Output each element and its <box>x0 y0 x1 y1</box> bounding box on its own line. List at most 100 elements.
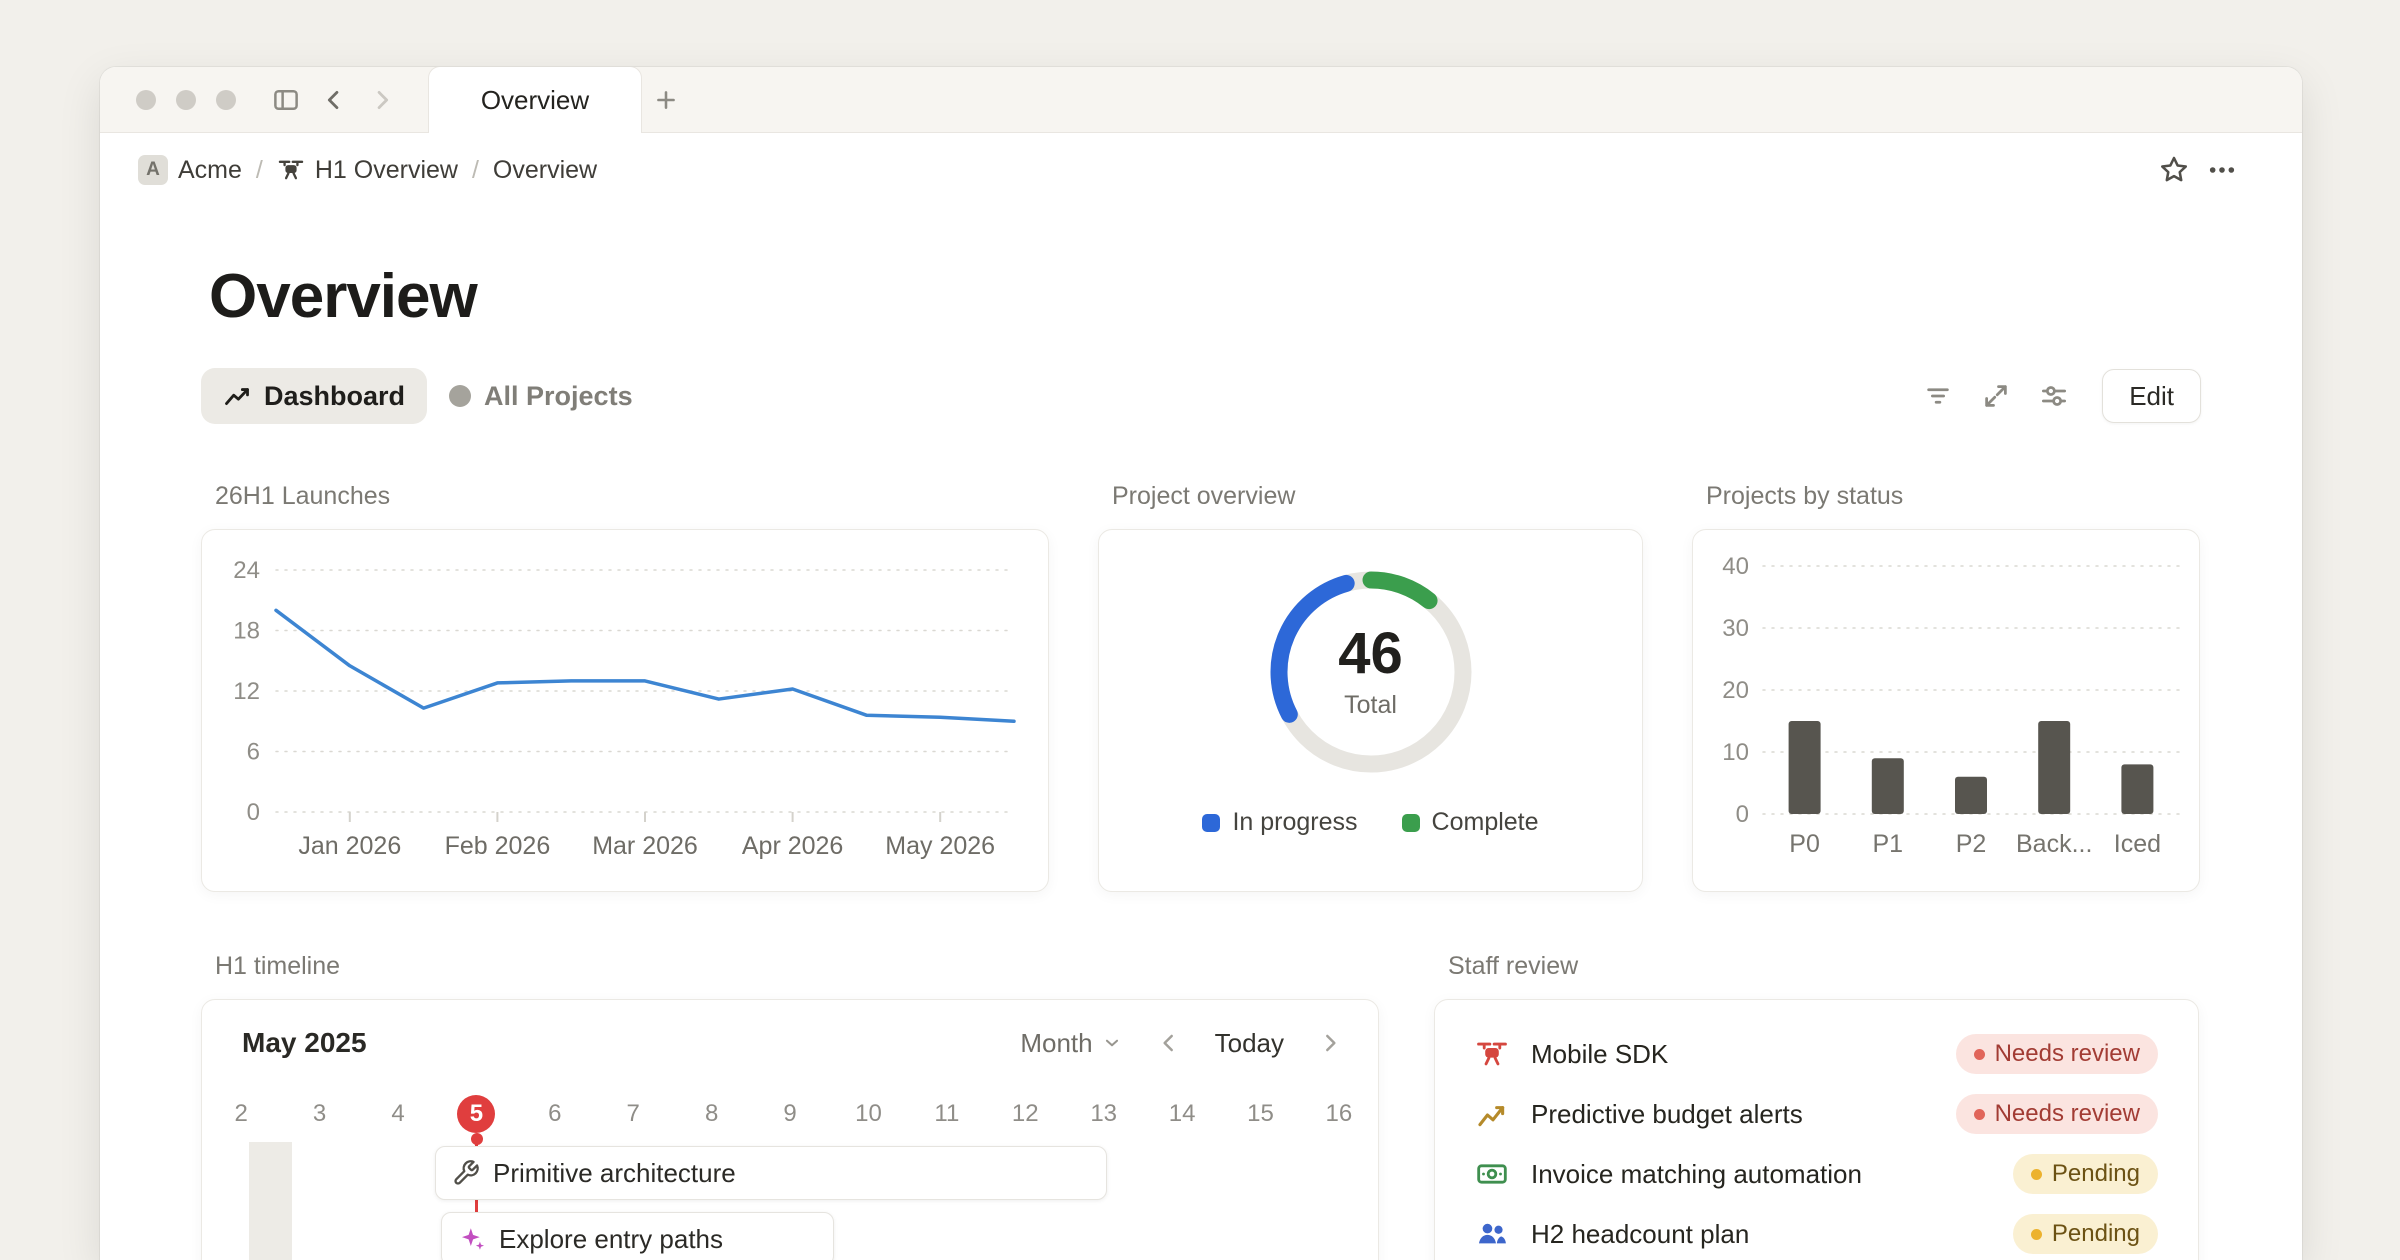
drone-icon <box>277 156 305 184</box>
svg-text:Mar 2026: Mar 2026 <box>592 832 698 860</box>
filter-icon[interactable] <box>1916 374 1960 418</box>
circle-icon <box>449 385 471 407</box>
calendar-day[interactable]: 11 <box>908 1086 986 1142</box>
svg-text:0: 0 <box>1736 801 1749 828</box>
timeline-day-row: 2345678910111213141516 <box>202 1086 1378 1142</box>
view-toolbar: Dashboard All Projects Edit <box>201 368 2201 424</box>
status-badge-label: Pending <box>2052 1220 2140 1248</box>
svg-text:P0: P0 <box>1789 830 1820 858</box>
legend-item-in-progress: In progress <box>1202 808 1357 837</box>
settings-sliders-icon[interactable] <box>2032 374 2076 418</box>
in-progress-swatch <box>1202 814 1220 832</box>
timeline-item[interactable]: Explore entry paths <box>441 1212 834 1260</box>
expand-icon[interactable] <box>1974 374 2018 418</box>
close-window-button[interactable] <box>136 90 156 110</box>
parent-page-name: H1 Overview <box>315 156 458 185</box>
svg-text:Apr 2026: Apr 2026 <box>742 832 843 860</box>
staff-row[interactable]: Mobile SDK Needs review <box>1475 1024 2158 1084</box>
calendar-day[interactable]: 14 <box>1143 1086 1221 1142</box>
breadcrumb-current-page[interactable]: Overview <box>483 150 607 191</box>
calendar-prev-icon[interactable] <box>1149 1023 1189 1063</box>
view-tab-dashboard-label: Dashboard <box>264 381 405 412</box>
status-badge[interactable]: Needs review <box>1956 1094 2158 1134</box>
wrench-icon <box>452 1159 480 1187</box>
tab-title: Overview <box>481 85 589 116</box>
minimize-window-button[interactable] <box>176 90 196 110</box>
svg-text:Iced: Iced <box>2114 830 2161 858</box>
svg-text:0: 0 <box>247 799 260 826</box>
calendar-next-icon[interactable] <box>1310 1023 1350 1063</box>
sidebar-toggle-icon[interactable] <box>262 67 310 133</box>
staff-row[interactable]: Invoice matching automation Pending <box>1475 1144 2158 1204</box>
staff-row[interactable]: Predictive budget alerts Needs review <box>1475 1084 2158 1144</box>
calendar-day[interactable]: 8 <box>672 1086 750 1142</box>
calendar-header: May 2025 Month Today <box>202 1000 1378 1086</box>
launches-line-chart: 06121824Jan 2026Feb 2026Mar 2026Apr 2026… <box>202 530 1048 891</box>
page-title: Overview <box>209 261 2201 332</box>
trend-chart-icon <box>1475 1097 1509 1131</box>
chevron-down-icon <box>1101 1032 1123 1054</box>
titlebar: Overview <box>100 67 2302 133</box>
view-tab-dashboard[interactable]: Dashboard <box>201 368 427 424</box>
calendar-day[interactable]: 12 <box>986 1086 1064 1142</box>
status-badge[interactable]: Pending <box>2013 1214 2158 1254</box>
traffic-lights <box>136 90 236 110</box>
staff-row-title: H2 headcount plan <box>1531 1219 1749 1250</box>
calendar-day[interactable]: 6 <box>516 1086 594 1142</box>
svg-text:24: 24 <box>233 557 260 584</box>
status-dot-icon <box>2031 1229 2042 1240</box>
workspace-avatar: A <box>138 155 168 185</box>
status-dot-icon <box>2031 1169 2042 1180</box>
calendar-today-button[interactable]: Today <box>1215 1028 1284 1059</box>
calendar-day[interactable]: 4 <box>359 1086 437 1142</box>
app-window: Overview A Acme / H1 Overview / Overview <box>100 67 2302 1260</box>
project-overview-card-label: Project overview <box>1112 482 1643 511</box>
calendar-day[interactable]: 10 <box>829 1086 907 1142</box>
breadcrumb-separator: / <box>256 156 263 185</box>
new-tab-button[interactable] <box>642 67 690 133</box>
svg-text:Jan 2026: Jan 2026 <box>298 832 401 860</box>
people-icon <box>1475 1217 1509 1251</box>
staff-row-title: Predictive budget alerts <box>1531 1099 1803 1130</box>
page-content: Overview Dashboard All Projects <box>100 207 2302 1260</box>
status-card-label: Projects by status <box>1706 482 2200 511</box>
calendar-month-label: May 2025 <box>242 1027 367 1059</box>
calendar-day[interactable]: 15 <box>1221 1086 1299 1142</box>
status-badge[interactable]: Pending <box>2013 1154 2158 1194</box>
timeline-item-label: Explore entry paths <box>499 1224 723 1255</box>
calendar-day[interactable]: 9 <box>751 1086 829 1142</box>
timeline-body: Primitive architecture Explore entry pat… <box>202 1142 1378 1260</box>
breadcrumb-separator: / <box>472 156 479 185</box>
timeline-item[interactable]: Primitive architecture <box>435 1146 1107 1200</box>
status-dot-icon <box>1974 1049 1985 1060</box>
svg-text:Feb 2026: Feb 2026 <box>445 832 551 860</box>
donut-legend: In progress Complete <box>1202 808 1538 837</box>
more-options-icon[interactable] <box>2198 146 2246 194</box>
breadcrumb-workspace[interactable]: A Acme <box>128 149 252 191</box>
staff-row[interactable]: H2 headcount plan Pending <box>1475 1204 2158 1260</box>
calendar-day[interactable]: 7 <box>594 1086 672 1142</box>
back-icon[interactable] <box>310 67 358 133</box>
tab-overview[interactable]: Overview <box>428 67 642 133</box>
staff-row-title: Invoice matching automation <box>1531 1159 1862 1190</box>
status-badge-label: Needs review <box>1995 1100 2140 1128</box>
breadcrumb-parent-page[interactable]: H1 Overview <box>267 150 468 191</box>
calendar-day[interactable]: 13 <box>1064 1086 1142 1142</box>
edit-button[interactable]: Edit <box>2102 369 2201 423</box>
launches-card: 06121824Jan 2026Feb 2026Mar 2026Apr 2026… <box>201 529 1049 892</box>
calendar-day[interactable]: 2 <box>202 1086 280 1142</box>
status-badge[interactable]: Needs review <box>1956 1034 2158 1074</box>
timeline-section-label: H1 timeline <box>215 952 1379 981</box>
calendar-controls: Month Today <box>1020 1023 1350 1063</box>
view-tab-all-projects[interactable]: All Projects <box>427 368 655 424</box>
forward-icon[interactable] <box>358 67 406 133</box>
calendar-day[interactable]: 16 <box>1300 1086 1378 1142</box>
status-bar-chart: 010203040P0P1P2Back...Iced <box>1693 530 2199 891</box>
svg-text:P1: P1 <box>1873 830 1904 858</box>
favorite-star-icon[interactable] <box>2150 146 2198 194</box>
calendar-view-selector[interactable]: Month <box>1020 1028 1122 1059</box>
calendar-day[interactable]: 3 <box>280 1086 358 1142</box>
trend-line-icon <box>223 382 251 410</box>
timeline-card: May 2025 Month Today <box>201 999 1379 1260</box>
zoom-window-button[interactable] <box>216 90 236 110</box>
